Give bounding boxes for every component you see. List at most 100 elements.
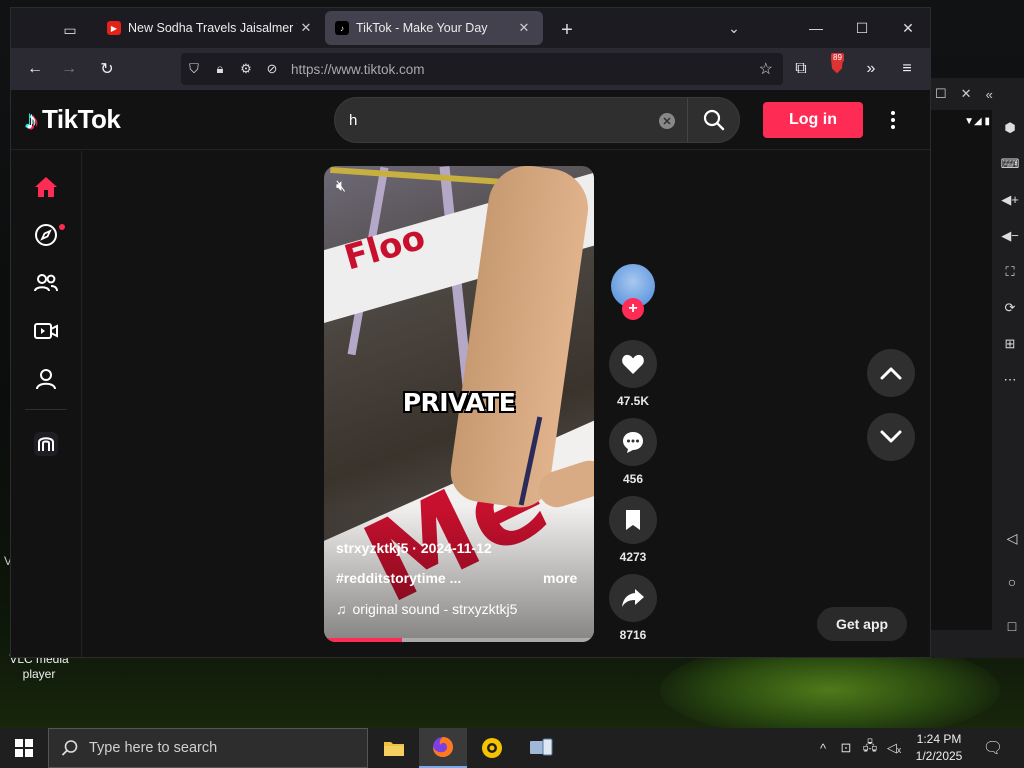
search-button[interactable] xyxy=(688,98,740,142)
notification-icon[interactable]: 🗨︎ xyxy=(978,728,1008,768)
video-author[interactable]: strxyzktkj5 · 2024-11-12 xyxy=(336,540,492,556)
sound-label: original sound - strxyzktkj5 xyxy=(352,601,518,617)
comment-icon xyxy=(623,432,643,453)
menu-icon[interactable]: ≡ xyxy=(893,55,921,83)
sidebar-item-explore[interactable] xyxy=(31,220,61,250)
tracking-icon[interactable]: ⊘ xyxy=(259,61,285,77)
home-icon xyxy=(35,177,57,197)
video-player[interactable]: Floo Me 🔇︎ PRIVATE strxyzktkj5 · 2024-11… xyxy=(324,166,594,642)
sidebar-item-creator[interactable] xyxy=(31,429,61,459)
tab-youtube[interactable]: ▶ New Sodha Travels Jaisalmer To ✕ xyxy=(97,11,325,45)
share-button[interactable] xyxy=(609,574,657,622)
previous-video-button[interactable] xyxy=(867,349,915,397)
tray-app-icon[interactable]: ⊡ xyxy=(836,728,856,768)
taskbar-clock[interactable]: 1:24 PM 1/2/2025 xyxy=(906,731,972,765)
maximize-icon[interactable]: ☐ xyxy=(935,86,947,102)
video-overlay-text: PRIVATE xyxy=(402,388,516,417)
explore-notification-dot xyxy=(59,224,65,230)
video-sound[interactable]: ♫ original sound - strxyzktkj5 xyxy=(336,601,517,617)
more-link[interactable]: more xyxy=(543,570,577,586)
phone-screen: ▼◢ ▮ xyxy=(930,110,992,630)
tiktok-header: ♪ TikTok ✕ Log in xyxy=(11,90,930,150)
login-button[interactable]: Log in xyxy=(763,102,863,138)
app-phone-link[interactable] xyxy=(517,728,565,768)
permissions-icon[interactable]: ⚙ xyxy=(233,61,259,77)
video-progress[interactable] xyxy=(324,638,594,642)
chevron-down-icon xyxy=(880,430,902,443)
sidebar-item-home[interactable] xyxy=(31,172,61,202)
volume-muted-icon[interactable]: ◁ₓ xyxy=(884,728,904,768)
shield-icon[interactable]: ⛉ xyxy=(181,61,207,77)
chevron-down-icon[interactable]: ⌄ xyxy=(711,8,757,48)
video-caption[interactable]: #redditstorytime ... xyxy=(336,570,461,586)
keyboard-icon[interactable]: ⌨ xyxy=(996,146,1024,182)
tray-overflow-icon[interactable]: ^ xyxy=(812,728,834,768)
recents-icon[interactable]: □ xyxy=(1000,604,1024,648)
add-icon[interactable]: ⊞ xyxy=(996,326,1024,362)
close-icon[interactable]: ✕ xyxy=(961,86,972,102)
phone-window-titlebar: ☐ ✕ « xyxy=(931,78,1024,110)
tab-list-icon[interactable]: ▭ xyxy=(53,16,87,44)
address-bar[interactable]: ⛉ 🔒︎ ⚙ ⊘ https://www.tiktok.com ☆ xyxy=(181,53,783,85)
save-button[interactable] xyxy=(609,496,657,544)
sidebar xyxy=(11,151,82,657)
search-icon xyxy=(703,109,725,131)
file-explorer-app[interactable] xyxy=(370,728,418,768)
firefox-app[interactable] xyxy=(419,728,467,768)
lock-icon[interactable]: 🔒︎ xyxy=(207,61,233,77)
close-window-button[interactable]: ✕ xyxy=(885,8,931,48)
follow-button[interactable]: + xyxy=(622,298,644,320)
tiktok-logo[interactable]: ♪ TikTok xyxy=(25,104,121,135)
folder-icon xyxy=(384,742,404,756)
overflow-icon[interactable]: » xyxy=(857,55,885,83)
tiktok-page: ♪ TikTok ✕ Log in xyxy=(11,90,930,657)
get-app-button[interactable]: Get app xyxy=(817,607,907,641)
sidebar-item-profile[interactable] xyxy=(31,364,61,394)
chevron-up-icon xyxy=(880,367,902,380)
screenshot-icon[interactable]: ⛶ xyxy=(996,254,1024,290)
collapse-icon[interactable]: « xyxy=(986,87,993,102)
creator-icon xyxy=(34,432,58,456)
more-options-icon[interactable] xyxy=(883,106,903,134)
search-box: ✕ xyxy=(334,97,740,143)
reload-button[interactable]: ↻ xyxy=(93,55,121,83)
app-yellow[interactable] xyxy=(468,728,516,768)
screen-app-icon xyxy=(530,738,553,756)
more-icon[interactable]: ⋯ xyxy=(996,362,1024,398)
volume-up-icon[interactable]: ◀+ xyxy=(996,182,1024,218)
bookmark-star-icon[interactable]: ☆ xyxy=(759,59,773,79)
sidebar-item-following[interactable] xyxy=(31,268,61,298)
rotate-icon[interactable]: ⟳ xyxy=(996,290,1024,326)
next-video-button[interactable] xyxy=(867,413,915,461)
extensions-icon[interactable]: ⧉ xyxy=(787,55,815,83)
extension-badge: 89 xyxy=(831,53,844,62)
back-button[interactable]: ← xyxy=(21,55,49,83)
new-tab-button[interactable]: + xyxy=(553,16,581,44)
clear-search-icon[interactable]: ✕ xyxy=(659,113,675,129)
network-icon[interactable]: 🖧︎ xyxy=(858,728,882,768)
forward-button[interactable]: → xyxy=(55,55,83,83)
minimize-button[interactable]: — xyxy=(793,8,839,48)
clock-date: 1/2/2025 xyxy=(915,749,963,763)
taskbar-search[interactable]: Type here to search xyxy=(48,728,368,768)
tiktok-note-icon: ♪ xyxy=(25,104,38,135)
save-count: 4273 xyxy=(619,550,647,564)
maximize-button[interactable]: ☐ xyxy=(839,8,885,48)
search-input[interactable] xyxy=(349,110,649,130)
home-circle-icon[interactable]: ○ xyxy=(1000,560,1024,604)
like-count: 47.5K xyxy=(616,394,650,408)
share-icon xyxy=(622,589,644,607)
back-icon[interactable]: ◁ xyxy=(1000,516,1024,560)
tab-close-icon[interactable]: ✕ xyxy=(297,20,315,36)
phone-status-icons: ▼◢ ▮ xyxy=(964,116,990,127)
tab-close-icon[interactable]: ✕ xyxy=(515,20,533,36)
nav-bar: ← → ↻ ⛉ 🔒︎ ⚙ ⊘ https://www.tiktok.com ☆ … xyxy=(11,48,930,90)
comment-button[interactable] xyxy=(609,418,657,466)
mute-icon[interactable]: 🔇︎ xyxy=(336,178,346,196)
volume-down-icon[interactable]: ◀− xyxy=(996,218,1024,254)
start-button[interactable] xyxy=(0,728,48,768)
sidebar-item-live[interactable] xyxy=(31,316,61,346)
settings-icon[interactable]: ⬢ xyxy=(996,110,1024,146)
like-button[interactable] xyxy=(609,340,657,388)
tab-tiktok[interactable]: ♪ TikTok - Make Your Day ✕ xyxy=(325,11,543,45)
